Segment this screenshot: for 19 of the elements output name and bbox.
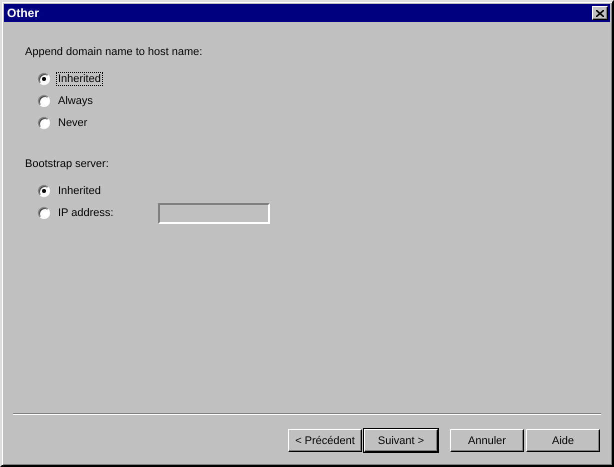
radio-button[interactable] [38, 207, 50, 219]
window-title: Other [7, 6, 40, 20]
radio-label[interactable]: IP address: [56, 206, 116, 220]
close-icon [596, 10, 604, 16]
radio-label[interactable]: Never [56, 116, 90, 130]
radio-button[interactable] [38, 117, 50, 129]
radio-button[interactable] [38, 95, 50, 107]
dialog-button[interactable]: < Précédent [288, 429, 362, 452]
dialog-button[interactable]: Suivant > [364, 429, 438, 452]
group-label: Bootstrap server: [25, 158, 110, 170]
dialog-button[interactable]: Annuler [450, 429, 524, 452]
radio-label[interactable]: Inherited [56, 184, 103, 198]
radio-button[interactable] [38, 73, 50, 85]
group-label: Append domain name to host name: [25, 46, 204, 58]
close-button[interactable] [592, 6, 608, 20]
radio-label[interactable]: Inherited [56, 72, 103, 86]
radio-button[interactable] [38, 185, 50, 197]
radio-label[interactable]: Always [56, 94, 95, 108]
dialog-button[interactable]: Aide [526, 429, 600, 452]
